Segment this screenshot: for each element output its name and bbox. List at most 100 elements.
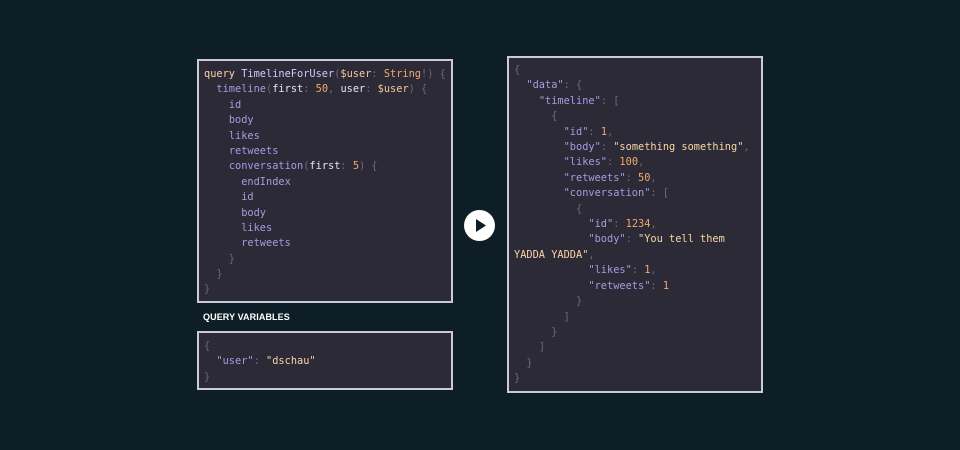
code-line: query TimelineForUser($user: String!) { (204, 67, 451, 82)
code-token: , (328, 83, 341, 96)
code-line: "id": 1, (514, 125, 759, 140)
code-line: "likes": 100, (514, 155, 759, 170)
code-token: 50 (638, 171, 651, 184)
code-line: retweets (204, 144, 451, 159)
code-token: query (204, 68, 242, 80)
code-token: } (204, 283, 211, 296)
code-token: "likes" (563, 156, 608, 169)
code-token: : { (563, 79, 583, 92)
code-line: } (204, 370, 451, 385)
code-line: endIndex (204, 175, 451, 190)
code-token: conversation (228, 160, 304, 173)
code-token: "id" (588, 218, 614, 231)
code-token: 1 (662, 279, 670, 292)
code-line: "body": "something something", (514, 140, 759, 155)
code-token: ] (514, 310, 570, 323)
code-token: , (743, 141, 750, 154)
code-token: } (514, 295, 583, 308)
code-line: timeline(first: 50, user: $user) { (204, 82, 451, 97)
code-token: "user" (216, 355, 254, 368)
code-token: : (253, 355, 267, 368)
code-token: : (625, 233, 639, 246)
query-variables-title: QUERY VARIABLES (203, 312, 290, 322)
code-token: "data" (526, 79, 564, 92)
code-token: } (204, 370, 211, 383)
code-token: user (340, 83, 366, 96)
code-token: timeline (216, 83, 267, 96)
code-line: retweets (204, 236, 451, 251)
code-token: 50 (315, 83, 329, 96)
code-token: "timeline" (538, 94, 601, 107)
code-token: } (514, 372, 521, 385)
code-line: "data": { (514, 78, 759, 93)
code-token: "retweets" (588, 279, 651, 292)
code-line: id (204, 190, 451, 205)
code-line: "id": 1234, (514, 217, 759, 232)
code-token: "id" (563, 125, 589, 138)
code-token: : (625, 171, 639, 184)
code-token: 100 (619, 156, 639, 169)
play-icon (476, 219, 486, 232)
code-token: TimelineForUser (241, 68, 335, 80)
code-line: likes (204, 221, 451, 236)
code-line: } (514, 371, 759, 386)
query-editor[interactable]: query TimelineForUser($user: String!) { … (197, 59, 453, 303)
code-token: endIndex (241, 175, 291, 188)
code-token: "dschau" (266, 355, 316, 368)
code-line: } (514, 325, 759, 340)
code-token: { (514, 202, 583, 215)
code-token: } (204, 268, 223, 281)
code-token: : (631, 264, 645, 277)
code-line: ] (514, 340, 759, 355)
execute-query-button[interactable] (464, 210, 495, 241)
code-token: $user (377, 83, 409, 96)
code-token: } (514, 356, 533, 369)
code-line: body (204, 206, 451, 221)
code-line: "retweets": 50, (514, 171, 759, 186)
code-token: ) { (359, 160, 378, 173)
code-line: } (514, 294, 759, 309)
code-token: !) { (421, 68, 446, 80)
code-token: first (309, 160, 341, 173)
code-token: "conversation" (563, 187, 651, 200)
code-token: $user (340, 68, 372, 80)
code-line: "user": "dschau" (204, 354, 451, 369)
code-token: "likes" (588, 264, 632, 277)
code-line: likes (204, 129, 451, 144)
result-viewer: { "data": { "timeline": [ { "id": 1, "bo… (507, 56, 763, 393)
code-line: { (514, 202, 759, 217)
code-line: id (204, 98, 451, 113)
code-token: , (638, 156, 645, 169)
code-token: , (607, 125, 614, 138)
code-token: "body" (563, 141, 601, 154)
code-token: first (272, 83, 304, 96)
code-token: : (600, 141, 614, 154)
code-token: 1234 (625, 218, 651, 231)
code-token: , (650, 264, 657, 277)
code-token: String (383, 68, 422, 80)
code-line: "likes": 1, (514, 263, 759, 278)
query-variables-editor[interactable]: { "user": "dschau"} (197, 331, 453, 390)
code-token: : (303, 83, 316, 96)
code-line: } (514, 356, 759, 371)
code-token: : (371, 68, 384, 80)
code-line: "body": "You tell them YADDA YADDA", (514, 232, 759, 263)
code-line: body (204, 113, 451, 128)
code-token: } (204, 252, 235, 265)
code-token: id (241, 191, 254, 204)
